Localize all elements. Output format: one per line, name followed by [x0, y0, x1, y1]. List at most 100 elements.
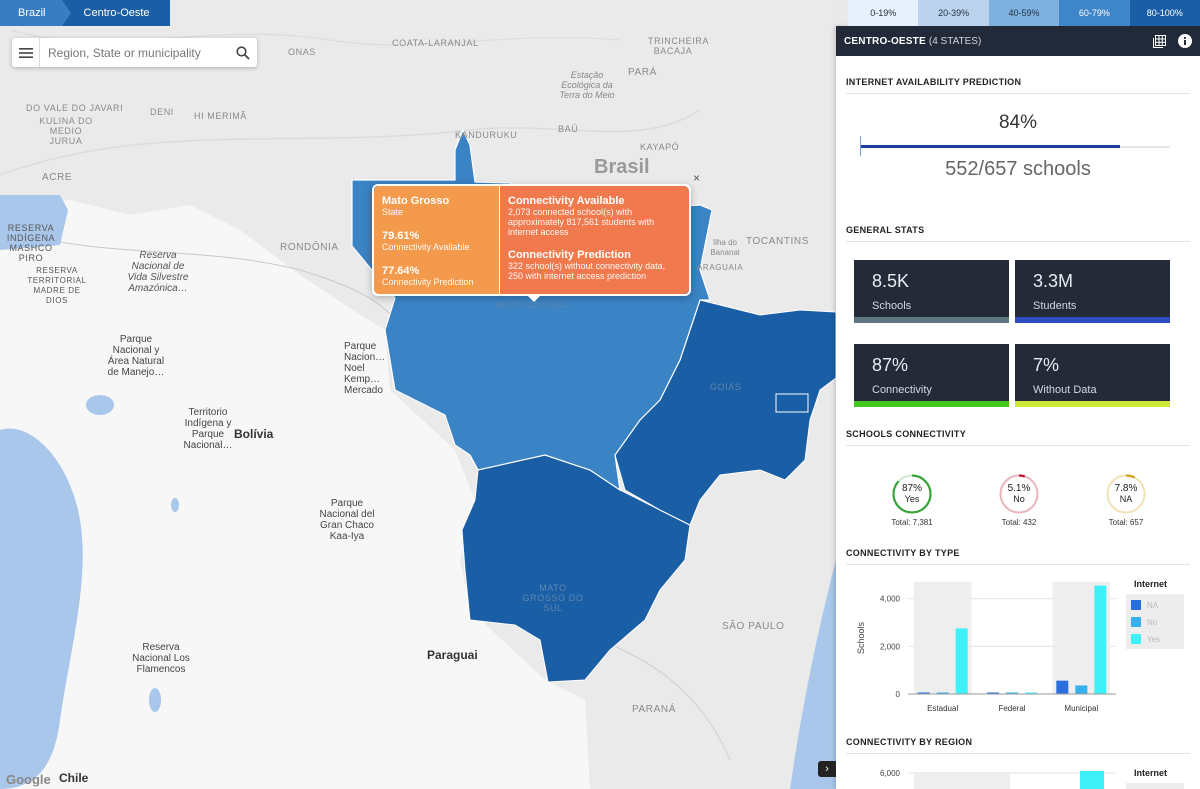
map-label-estacao: Estação Ecológica da Terra do Meio: [559, 70, 615, 100]
map-label-parana: PARANÁ: [632, 704, 676, 715]
tooltip-close-button[interactable]: ×: [693, 171, 700, 185]
legend-item: 20-39%: [918, 0, 989, 26]
breadcrumb: Brazil Centro-Oeste: [0, 0, 170, 26]
map-label-vale-javari: DO VALE DO JAVARI: [26, 103, 124, 113]
stat-value: 7%: [1033, 355, 1060, 375]
tooltip-available-text: 2,073 connected school(s) with approxima…: [508, 207, 655, 237]
tooltip-arrow: [527, 295, 541, 302]
stat-color-bar: [854, 401, 1009, 407]
breadcrumb-region[interactable]: Centro-Oeste: [61, 0, 170, 26]
legend-item: 80-100%: [1129, 0, 1200, 26]
tooltip-pct-available: 79.61%: [382, 230, 420, 242]
search-box: [12, 38, 257, 67]
map-canvas[interactable]: [0, 0, 836, 789]
legend-box: [1126, 783, 1184, 789]
availability-progress: [860, 136, 1170, 156]
map-label-para: PARÁ: [628, 67, 657, 78]
map-label-rondonia: RONDÔNIA: [280, 242, 339, 253]
circle-percent: 5.1%: [1007, 483, 1031, 494]
map-label-araguaia: ARAGUAIA: [697, 263, 744, 272]
tooltip-available-title: Connectivity Available: [508, 195, 625, 207]
connectivity-by-type-heading: CONNECTIVITY BY TYPE: [846, 548, 1190, 565]
legend-label-yes: Yes: [1147, 635, 1160, 644]
region-distrito-federal: [775, 393, 809, 413]
connectivity-by-region-heading: CONNECTIVITY BY REGION: [846, 737, 1190, 754]
map-label-paraguai: Paraguai: [427, 648, 478, 662]
panel-header: CENTRO-OESTE (4 STATES): [836, 26, 1200, 56]
search-icon: [236, 45, 250, 60]
tooltip-pct-prediction-label: Connectivity Prediction: [382, 277, 474, 287]
x-tick-label: Federal: [998, 704, 1025, 713]
connectivity-by-type-chart: 0 2,000 4,000 Schools Estadual Federal Municip…: [856, 579, 1184, 713]
breadcrumb-country[interactable]: Brazil: [0, 0, 70, 26]
panel-title: CENTRO-OESTE: [844, 35, 926, 47]
y-axis-label: Schools: [856, 621, 866, 654]
map-label-brasil: Brasil: [594, 156, 650, 178]
connectivity-circle-no: 5.1% No Total: 432: [979, 472, 1059, 542]
connectivity-legend: 0-19% 20-39% 40-59% 60-79% 80-100%: [848, 0, 1200, 26]
bar-yes-estadual: [955, 628, 968, 694]
map-label-kulina: KULINA DO MEDIO JURUA: [39, 116, 93, 146]
tooltip-pct-prediction: 77.64%: [382, 265, 420, 277]
map-label-reserva-indigena: RESERVA INDÍGENA MASHCO PIRO: [6, 223, 56, 263]
circle-total: Total: 657: [1108, 518, 1144, 527]
availability-schools: 552/657 schools: [945, 158, 1091, 180]
general-stats-heading: GENERAL STATS: [846, 225, 1190, 242]
stat-label: Without Data: [1033, 384, 1097, 396]
menu-button[interactable]: [12, 38, 40, 67]
map-label-bau: BAÚ: [558, 124, 579, 134]
map-label-chile: Chile: [59, 771, 89, 785]
stat-value: 8.5K: [872, 271, 910, 291]
availability-progress-marker: [860, 136, 861, 156]
x-tick-label: Estadual: [927, 704, 958, 713]
legend-item: 60-79%: [1059, 0, 1130, 26]
search-input[interactable]: [40, 39, 229, 66]
info-icon[interactable]: [1178, 34, 1192, 48]
stat-card-students: 3.3M Students: [1015, 260, 1170, 323]
availability-percent: 84%: [998, 112, 1038, 133]
circle-label: NA: [1119, 494, 1133, 504]
map-label-sao-paulo: SÃO PAULO: [722, 621, 785, 632]
search-button[interactable]: [229, 45, 257, 60]
connectivity-circle-yes: 87% Yes Total: 7,381: [872, 472, 952, 542]
table-icon[interactable]: [1153, 34, 1166, 48]
bar-no-municipal: [1075, 685, 1088, 694]
circle-label: Yes: [904, 494, 920, 504]
map-lake: [86, 395, 114, 415]
legend-swatch-na: [1131, 600, 1141, 610]
map-label-coata: COATA-LARANJAL: [392, 38, 479, 48]
bar-yes-municipal: [1094, 585, 1107, 694]
bar-na-municipal: [1056, 680, 1069, 694]
schools-connectivity-heading: SCHOOLS CONNECTIVITY: [846, 429, 1190, 446]
map-label-reserva-territorial: RESERVA TERRITORIAL MADRE DE DIOS: [27, 266, 87, 305]
map-label-trincheira: TRINCHEIRA BACAJA: [648, 36, 710, 56]
map-label-reserva-flamencos: Reserva Nacional Los Flamencos: [132, 642, 190, 675]
legend-item: 40-59%: [988, 0, 1060, 26]
stat-card-without-data: 7% Without Data: [1015, 344, 1170, 407]
stat-card-connectivity: 87% Connectivity: [854, 344, 1009, 407]
google-logo: Google: [6, 772, 51, 787]
circle-total: Total: 432: [1001, 518, 1037, 527]
legend-title: Internet: [1134, 579, 1167, 589]
map-label-parque-area: Parque Nacional y Área Natural de Manejo…: [107, 334, 165, 378]
availability-progress-fill: [860, 145, 1121, 148]
x-tick-label: Municipal: [1064, 704, 1098, 713]
stat-label: Schools: [872, 300, 912, 312]
legend-title: Internet: [1134, 768, 1167, 778]
map-lake: [149, 688, 161, 712]
tooltip-pct-available-label: Connectivity Available: [382, 242, 470, 252]
map-label-mato-grosso-do-sul: MATO GROSSO DO SUL: [522, 583, 584, 613]
connectivity-by-region-chart: 6,000 Internet: [880, 768, 1184, 789]
expand-panel-button[interactable]: ›: [818, 761, 836, 777]
stat-label: Students: [1033, 300, 1077, 312]
legend-label-na: NA: [1147, 601, 1159, 610]
region-panel: CENTRO-OESTE (4 STATES) INTERNET AVAILAB…: [836, 26, 1200, 789]
stat-color-bar: [1015, 317, 1170, 323]
stat-color-bar: [854, 317, 1009, 323]
legend-swatch-yes: [1131, 634, 1141, 644]
stat-color-bar: [1015, 401, 1170, 407]
map-view[interactable]: DO VALE DO JAVARI ONAS COATA-LARANJAL TR…: [0, 0, 836, 789]
tooltip-prediction-title: Connectivity Prediction: [508, 249, 631, 261]
availability-heading: INTERNET AVAILABILITY PREDICTION: [846, 77, 1190, 94]
legend-item: 0-19%: [848, 0, 919, 26]
